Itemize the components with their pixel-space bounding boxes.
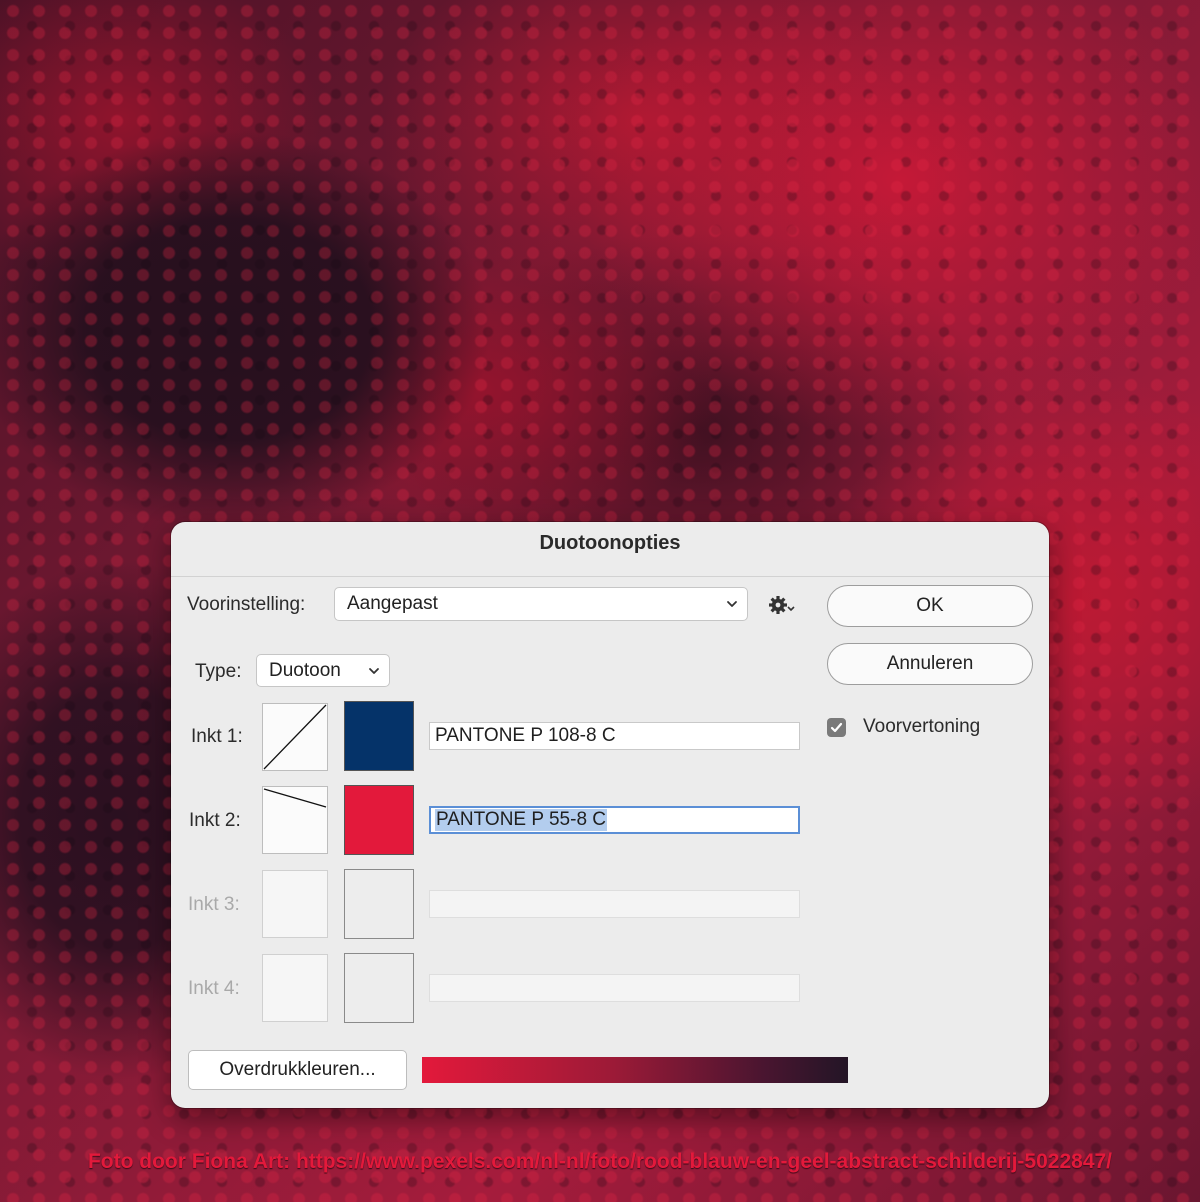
ink-2-name: PANTONE P 55-8 C xyxy=(435,809,608,831)
type-value: Duotoon xyxy=(269,659,341,681)
ink-1-name: PANTONE P 108-8 C xyxy=(435,725,616,746)
ink-3-label: Inkt 3: xyxy=(188,894,240,915)
ink-2-color-swatch[interactable] xyxy=(344,785,414,855)
ink-2-name-field[interactable]: PANTONE P 55-8 C xyxy=(429,806,800,834)
ink-3-color-swatch xyxy=(344,869,414,939)
overprint-colors-button[interactable]: Overdrukkleuren... xyxy=(188,1050,407,1090)
preset-label: Voorinstelling: xyxy=(187,594,306,615)
ok-button[interactable]: OK xyxy=(827,585,1033,627)
ink-1-color-swatch[interactable] xyxy=(344,701,414,771)
chevron-down-icon xyxy=(727,601,737,607)
cancel-button[interactable]: Annuleren xyxy=(827,643,1033,685)
ink-4-curve xyxy=(262,954,328,1022)
ink-1-label: Inkt 1: xyxy=(191,726,243,747)
gear-icon[interactable] xyxy=(768,593,798,617)
ink-1-curve-line xyxy=(263,704,327,770)
ink-4-label: Inkt 4: xyxy=(188,978,240,999)
ink-3-curve xyxy=(262,870,328,938)
type-select[interactable]: Duotoon xyxy=(256,654,390,687)
ink-2-curve-line xyxy=(263,788,327,808)
ink-1-curve[interactable] xyxy=(262,703,328,771)
ink-4-color-swatch xyxy=(344,953,414,1023)
ink-3-name-field xyxy=(429,890,800,918)
ink-2-label: Inkt 2: xyxy=(189,810,241,831)
checkmark-icon xyxy=(830,722,843,733)
preview-checkbox[interactable] xyxy=(827,718,846,737)
ink-4-name-field xyxy=(429,974,800,1002)
photo-credit: Foto door Fiona Art: https://www.pexels.… xyxy=(87,1150,1113,1173)
preview-label: Voorvertoning xyxy=(863,716,981,737)
duotone-options-dialog: Duotoonopties Voorinstelling: Aangepast xyxy=(171,522,1049,1108)
ink-2-curve[interactable] xyxy=(262,786,328,854)
type-label: Type: xyxy=(195,661,242,682)
ink-1-name-field[interactable]: PANTONE P 108-8 C xyxy=(429,722,800,750)
preset-select[interactable]: Aangepast xyxy=(334,587,748,621)
preset-value: Aangepast xyxy=(347,593,438,614)
chevron-down-icon xyxy=(369,667,379,674)
title-divider xyxy=(171,576,1049,577)
dialog-title: Duotoonopties xyxy=(539,532,681,554)
duotone-color-ramp xyxy=(422,1057,848,1083)
